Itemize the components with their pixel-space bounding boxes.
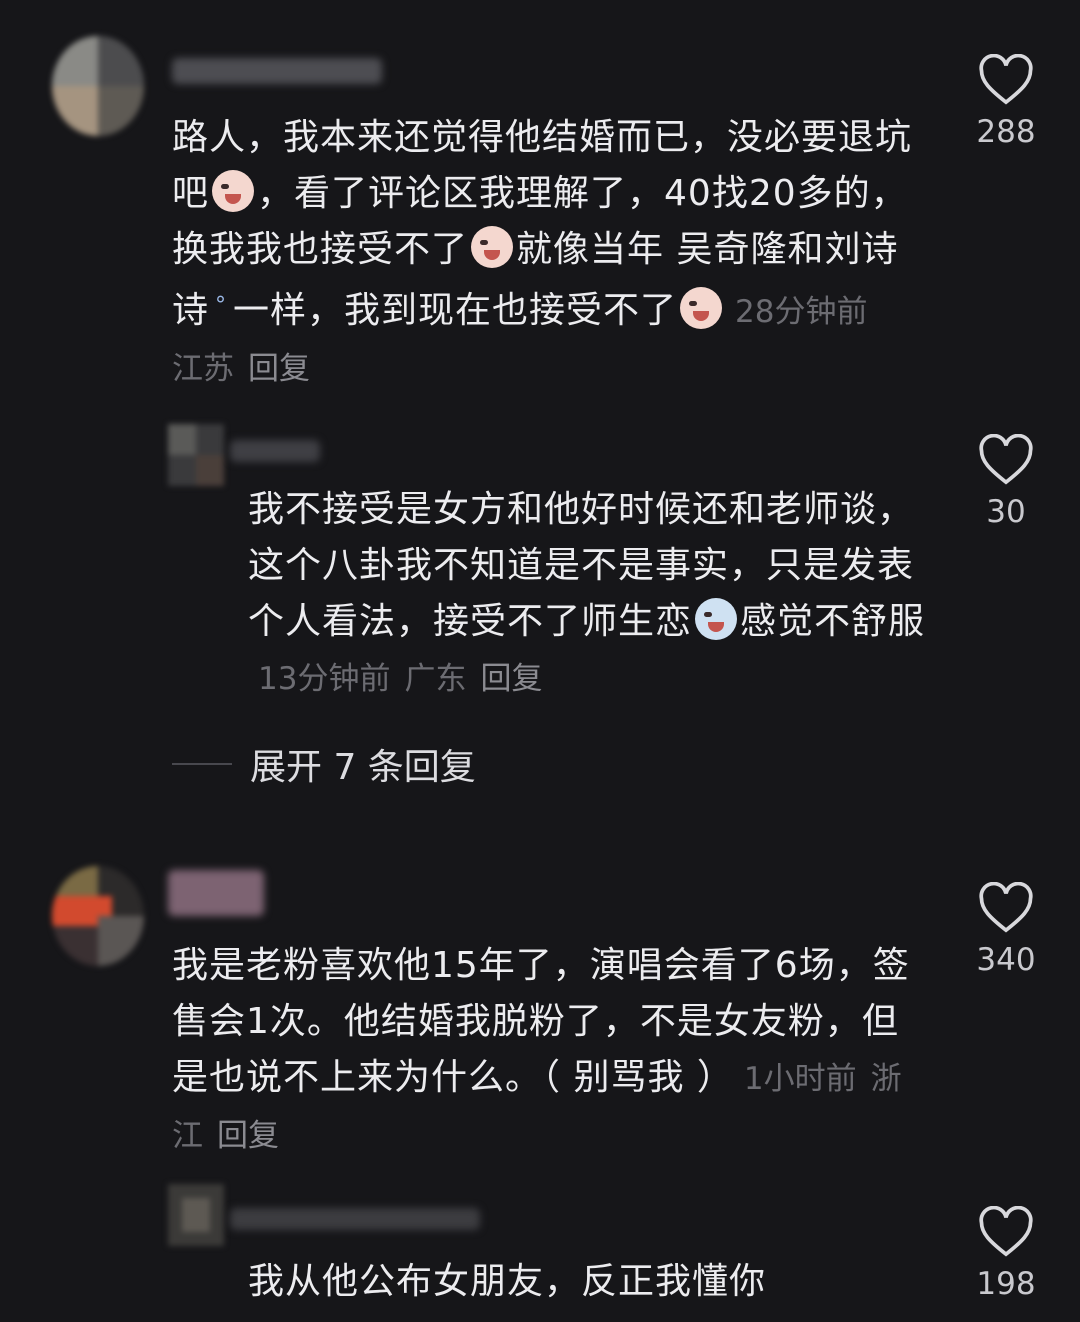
like-button[interactable]: 30	[966, 434, 1046, 530]
comment-location: 广东	[404, 661, 467, 697]
like-button[interactable]: 340	[966, 882, 1046, 978]
crying-emoji-icon	[212, 170, 255, 212]
divider	[172, 763, 232, 765]
username[interactable]	[168, 870, 264, 916]
comment-meta: 13分钟前 广东 回复	[258, 661, 556, 697]
expand-replies-button[interactable]: 展开 7 条回复	[172, 738, 476, 790]
reply-button[interactable]: 回复	[248, 351, 310, 387]
avatar[interactable]	[168, 424, 224, 486]
like-count: 198	[976, 1266, 1036, 1302]
avatar[interactable]	[52, 866, 144, 966]
username[interactable]	[230, 440, 320, 462]
reply-button[interactable]: 回复	[480, 661, 542, 697]
comment-text: 我是老粉喜欢他15年了，演唱会看了6场，签售会1次。他结婚我脱粉了，不是女友粉，…	[172, 938, 912, 1164]
avatar[interactable]	[168, 1184, 224, 1246]
avatar[interactable]	[52, 36, 144, 136]
like-button[interactable]: 198	[966, 1206, 1046, 1302]
comment-location: 江苏	[172, 351, 234, 387]
like-count: 340	[976, 942, 1036, 978]
like-count: 288	[976, 114, 1036, 150]
expand-replies-label: 展开 7 条回复	[250, 747, 476, 788]
comment-time: 1小时前	[743, 1061, 857, 1097]
comment-time: 13分钟前	[258, 661, 391, 697]
crying-emoji-icon	[680, 287, 723, 329]
comment-text-part: 感觉不舒服	[740, 601, 926, 642]
heart-outline-icon	[979, 1206, 1033, 1257]
comment-time: 28分钟前	[735, 294, 868, 330]
comment-text-part: 我从他公布女朋友，反正我懂你	[248, 1261, 767, 1302]
username[interactable]	[230, 1208, 480, 1230]
comment-text: 路人，我本来还觉得他结婚而已，没必要退坑吧 ，看了评论区我理解了，40找20多的，…	[172, 110, 912, 397]
reply-button[interactable]: 回复	[217, 1118, 279, 1154]
like-count: 30	[986, 494, 1026, 530]
heart-outline-icon	[979, 54, 1033, 105]
heart-outline-icon	[979, 434, 1033, 485]
username[interactable]	[172, 58, 382, 84]
search-link-icon[interactable]: °	[215, 293, 227, 318]
crying-emoji-icon	[695, 598, 738, 640]
comment-text: 我不接受是女方和他好时候还和老师谈，这个八卦我不知道是不是事实，只是发表个人看法…	[248, 482, 928, 707]
comment-text: 我从他公布女朋友，反正我懂你	[248, 1254, 928, 1310]
crying-emoji-icon	[471, 226, 514, 268]
comment-text-part: 一样，我到现在也接受不了	[233, 290, 678, 331]
heart-outline-icon	[979, 882, 1033, 933]
like-button[interactable]: 288	[966, 54, 1046, 150]
